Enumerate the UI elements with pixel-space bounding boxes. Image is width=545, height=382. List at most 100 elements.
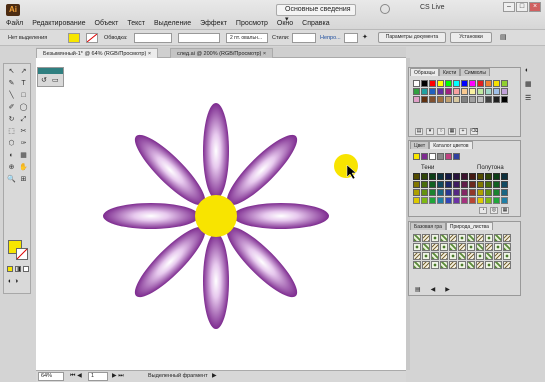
variable-width-field[interactable] <box>178 33 220 43</box>
preferences-button[interactable]: Установки <box>450 32 492 43</box>
free-transform-tool-icon[interactable]: ⬚ <box>6 126 17 137</box>
guide-color-cell[interactable] <box>493 197 500 204</box>
pattern-swatch[interactable] <box>449 261 457 269</box>
swatch-cell[interactable] <box>445 96 452 103</box>
base-color-swatch[interactable] <box>453 153 460 160</box>
petal-top-right[interactable] <box>219 127 305 213</box>
pattern-swatch[interactable] <box>467 234 475 242</box>
graphic-style-field[interactable] <box>292 33 316 43</box>
guide-color-cell[interactable] <box>453 197 460 204</box>
guide-color-cell[interactable] <box>437 181 444 188</box>
graph-tool-icon[interactable]: ▦ <box>18 150 29 161</box>
close-window-button[interactable]: × <box>529 2 541 12</box>
petal-top[interactable] <box>203 103 229 199</box>
guide-color-cell[interactable] <box>501 181 508 188</box>
flower-artwork[interactable] <box>36 58 406 370</box>
guide-color-cell[interactable] <box>477 173 484 180</box>
base-color-swatch[interactable] <box>421 153 428 160</box>
guide-color-cell[interactable] <box>461 189 468 196</box>
tab-swatches[interactable]: Образцы <box>410 68 440 76</box>
petal-bottom[interactable] <box>203 233 229 329</box>
layers-panel-dock-icon[interactable]: ☰ <box>525 94 537 102</box>
swatch-cell[interactable] <box>413 80 420 87</box>
tab-basic-graphic[interactable]: Базовая гра <box>410 222 446 230</box>
pattern-swatch[interactable] <box>503 243 511 251</box>
shape-builder-tool-icon[interactable]: ⬡ <box>6 138 17 149</box>
menu-help[interactable]: Справка <box>302 20 329 27</box>
pattern-swatch[interactable] <box>476 243 484 251</box>
guide-color-cell[interactable] <box>429 189 436 196</box>
base-color-swatch[interactable] <box>413 153 420 160</box>
fill-color-swatch[interactable] <box>68 33 80 43</box>
pattern-swatch[interactable] <box>458 243 466 251</box>
guide-color-cell[interactable] <box>453 173 460 180</box>
tab-color-catalog[interactable]: Каталог цветов <box>429 141 473 149</box>
pattern-swatch[interactable] <box>467 252 475 260</box>
menu-select[interactable]: Выделение <box>154 20 191 27</box>
guide-color-cell[interactable] <box>477 189 484 196</box>
pattern-swatch[interactable] <box>485 261 493 269</box>
swatch-cell[interactable] <box>469 88 476 95</box>
delete-swatch-icon[interactable]: ⌫ <box>470 128 478 135</box>
swatch-cell[interactable] <box>461 88 468 95</box>
swatch-cell[interactable] <box>437 96 444 103</box>
pattern-swatch[interactable] <box>467 261 475 269</box>
save-group-icon[interactable]: ▦ <box>501 207 509 214</box>
rectangle-tool-icon[interactable]: □ <box>18 90 29 101</box>
rotate-view-icon[interactable]: ↺ <box>41 76 47 84</box>
pattern-swatch[interactable] <box>440 252 448 260</box>
swatch-cell[interactable] <box>453 80 460 87</box>
guide-color-cell[interactable] <box>501 189 508 196</box>
direct-selection-tool-icon[interactable]: ↗ <box>18 66 29 77</box>
pattern-swatch[interactable] <box>485 243 493 251</box>
zoom-field[interactable]: 64% <box>38 372 64 381</box>
pattern-swatch[interactable] <box>485 252 493 260</box>
pattern-swatch[interactable] <box>476 261 484 269</box>
pattern-swatch[interactable] <box>503 261 511 269</box>
pattern-swatch[interactable] <box>413 252 421 260</box>
guide-color-cell[interactable] <box>445 197 452 204</box>
scissors-tool-icon[interactable]: ✂ <box>18 126 29 137</box>
pencil-tool-icon[interactable]: ✑ <box>18 138 29 149</box>
tab-nature-foliage[interactable]: Природа_листва <box>445 222 493 230</box>
type-tool-icon[interactable]: T <box>18 78 29 89</box>
show-kinds-icon[interactable]: ▾ <box>426 128 434 135</box>
pattern-swatch[interactable] <box>431 252 439 260</box>
base-color-swatch[interactable] <box>437 153 444 160</box>
color-mode-button[interactable] <box>7 266 13 272</box>
swatch-cell[interactable] <box>477 80 484 87</box>
swatch-cell[interactable] <box>437 80 444 87</box>
guide-color-cell[interactable] <box>421 181 428 188</box>
tab-document-2[interactable]: след.ai @ 200% (RGB/Просмотр) × <box>170 48 274 58</box>
guide-color-cell[interactable] <box>461 173 468 180</box>
guide-color-cell[interactable] <box>445 189 452 196</box>
next-page-icon[interactable]: ▶ ⏭ <box>112 372 124 380</box>
brush-definition-field[interactable]: 2 пт. овальн... <box>226 33 268 43</box>
pattern-swatch[interactable] <box>440 234 448 242</box>
base-color-swatch[interactable] <box>445 153 452 160</box>
guide-color-cell[interactable] <box>485 189 492 196</box>
tab-brushes[interactable]: Кисти <box>439 68 461 76</box>
new-swatch-icon[interactable]: + <box>459 128 467 135</box>
tab-close-icon[interactable]: × <box>148 51 151 57</box>
stroke-color-swatch[interactable] <box>86 33 98 43</box>
menu-view[interactable]: Просмотр <box>236 20 268 27</box>
tab-symbols[interactable]: Символы <box>460 68 490 76</box>
tab-close-icon[interactable]: × <box>263 51 266 57</box>
stroke-color-box[interactable] <box>16 248 28 260</box>
swatch-cell[interactable] <box>461 96 468 103</box>
swatch-cell[interactable] <box>485 96 492 103</box>
pattern-swatch[interactable] <box>494 252 502 260</box>
swatch-cell[interactable] <box>501 88 508 95</box>
color-panel-dock-icon[interactable]: ◐ <box>525 67 537 74</box>
zoom-tool-icon[interactable]: 🔍 <box>6 174 17 185</box>
petal-left[interactable] <box>103 203 199 229</box>
pattern-swatch[interactable] <box>494 243 502 251</box>
swatch-library-icon[interactable]: ▤ <box>415 128 423 135</box>
swatch-cell[interactable] <box>421 96 428 103</box>
pattern-swatch[interactable] <box>440 243 448 251</box>
symbol-sprayer-tool-icon[interactable]: ⊕ <box>6 162 17 173</box>
swatch-cell[interactable] <box>493 88 500 95</box>
swatch-cell[interactable] <box>453 96 460 103</box>
guide-color-cell[interactable] <box>437 197 444 204</box>
